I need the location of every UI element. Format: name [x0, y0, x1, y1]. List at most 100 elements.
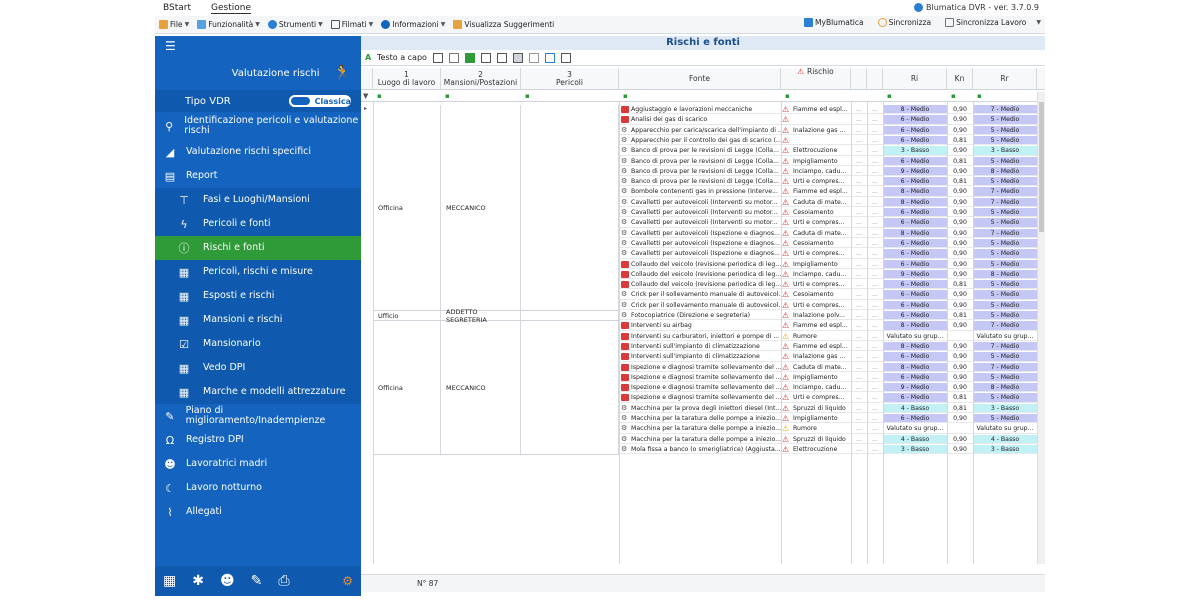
col-ri-header[interactable]: Ri [883, 68, 947, 90]
running-person-icon[interactable]: ✱ [192, 573, 204, 589]
col-pericoli-header[interactable]: 3 Pericoli [521, 68, 619, 90]
group-pericoli-cell[interactable] [521, 311, 619, 322]
hamburger-icon[interactable]: ☰ [165, 39, 176, 53]
vertical-scrollbar[interactable] [1037, 92, 1045, 564]
group-mansione-cell[interactable]: ADDETTO SEGRETERIA [441, 308, 521, 324]
sidebar-item[interactable]: ⓘ Rischi e fonti [155, 236, 361, 260]
group-pericoli-cell[interactable] [521, 105, 619, 311]
kn-cell-text: 0,90 [953, 219, 967, 227]
sidebar-item[interactable]: ▦ Vedo DPI [155, 356, 361, 380]
group-mansione-cell[interactable]: MECCANICO [441, 321, 521, 456]
col-rischio-header[interactable]: ⚠ Rischio [781, 68, 851, 90]
sidebar-item[interactable]: ▤ Report [155, 164, 361, 188]
kn-cell: 0,90 [947, 208, 973, 218]
strumenti-menu[interactable]: Strumenti ▼ [267, 20, 323, 29]
tab-bstart[interactable]: BStart [163, 3, 191, 13]
table-icon[interactable] [528, 52, 539, 63]
group-mansione-text: MECCANICO [446, 203, 486, 212]
edit-icon[interactable]: ✎ [251, 573, 263, 589]
grid-view-icon[interactable] [512, 52, 523, 63]
group-mansione-cell[interactable]: MECCANICO [441, 105, 521, 311]
sidebar-item[interactable]: ☑ Mansionario [155, 332, 361, 356]
layout-icon[interactable] [496, 52, 507, 63]
sidebar-item[interactable]: ⊤ Fasi e Luoghi/Mansioni [155, 188, 361, 212]
filter-icon[interactable] [448, 52, 459, 63]
sidebar-item[interactable]: ▦ Mansioni e rischi [155, 308, 361, 332]
tipo-vdr-toggle[interactable]: Classica [289, 95, 351, 107]
columns-icon[interactable] [480, 52, 491, 63]
grid-rows: Aggiustaggio e lavorazioni meccaniche ⚠ Fi… [361, 102, 1045, 564]
col-kn-header[interactable]: Kn [947, 68, 973, 90]
kn-cell: 0,81 [947, 177, 973, 187]
kn-cell: 0,90 [947, 239, 973, 249]
sidebar-item[interactable]: ▦ Esposti e rischi [155, 284, 361, 308]
rischio-cell: ⚠ Impigliamento [781, 157, 851, 166]
sidebar-item[interactable]: ▦ Pericoli, rischi e misure [155, 260, 361, 284]
myblumatica-button[interactable]: MyBlumatica [804, 18, 864, 27]
col-mansioni-header[interactable]: 2 Mansioni/Postazioni [441, 68, 521, 90]
sidebar-item[interactable]: Ω Registro DPI [155, 428, 361, 452]
report-icon: ▦ [178, 361, 190, 375]
file-menu[interactable]: File ▼ [159, 20, 189, 29]
ri-cell: 6 - Medio [883, 259, 947, 269]
group-luogo-cell[interactable]: Officina [373, 321, 441, 456]
warning-icon: ⚠ [782, 238, 790, 248]
report-icon: ▦ [178, 265, 190, 279]
col-luogo-header[interactable]: 1 Luogo di lavoro [373, 68, 441, 90]
sidebar-item[interactable]: ▦ Marche e modelli attrezzature [155, 380, 361, 404]
scrollbar-thumb[interactable] [1039, 102, 1044, 232]
sidebar-item[interactable]: ⌇ Allegati [155, 500, 361, 524]
informazioni-menu[interactable]: Informazioni ▼ [381, 20, 445, 29]
funzionalita-menu[interactable]: Funzionalità ▼ [197, 20, 260, 29]
rischio-cell: ⚠ Rumore [781, 424, 851, 434]
worker-icon[interactable]: ☻ [220, 573, 235, 589]
wrap-text-button[interactable]: A Testo a capo [365, 53, 427, 63]
export-icon[interactable] [544, 52, 555, 63]
filter-cell-icon[interactable]: ▪ [977, 92, 982, 100]
col-fonte-header[interactable]: Fonte [619, 68, 781, 90]
filter-cell-icon[interactable]: ▪ [785, 92, 790, 100]
col-extra2-header[interactable] [867, 68, 883, 90]
binoculars-icon[interactable] [432, 52, 443, 63]
extra1-cell: ... [851, 445, 867, 455]
ri-cell-text: 4 - Basso [900, 404, 930, 412]
filter-cell-icon[interactable]: ▪ [445, 92, 450, 100]
filter-cell-icon[interactable]: ▪ [377, 92, 382, 100]
filter-cell-icon[interactable]: ▪ [525, 92, 530, 100]
kn-cell-text: 0,90 [953, 363, 967, 371]
print-icon[interactable] [560, 52, 571, 63]
filter-cell-icon[interactable]: ▪ [887, 92, 892, 100]
group-luogo-cell[interactable]: Ufficio [373, 311, 441, 322]
sidebar-item[interactable]: ☻ Lavoratrici madri [155, 452, 361, 476]
info-icon [381, 20, 391, 29]
chevron-down-icon: ▼ [440, 21, 446, 28]
col-extra1-header[interactable] [851, 68, 867, 90]
warning-icon: ⚠ [782, 341, 790, 351]
grid-line [867, 102, 868, 564]
sidebar-item[interactable]: ⚲ Identificazione pericoli e valutazione … [155, 112, 361, 140]
sidebar-item[interactable]: ✎ Piano di miglioramento/Inadempienze [155, 404, 361, 428]
tab-gestione[interactable]: Gestione [211, 3, 251, 14]
col-rr-header[interactable]: Rr [973, 68, 1037, 90]
rischio-cell: ⚠ Cesoiamento [781, 290, 851, 300]
filter-cell-icon[interactable]: ▪ [951, 92, 956, 100]
fonte-cell: ⚙ Cavalletti per autoveicoli (Ispezione e… [619, 229, 781, 238]
sincronizza-lavoro-button[interactable]: Sincronizza Lavoro [945, 18, 1026, 27]
toolbar-expand-icon[interactable]: ▼ [1036, 19, 1041, 26]
sidebar-item[interactable]: ◢ Valutazione rischi specifici [155, 140, 361, 164]
group-pericoli-cell[interactable] [521, 321, 619, 456]
gear-icon[interactable]: ⚙ [342, 574, 353, 588]
print-icon[interactable]: ⎙ [278, 573, 289, 589]
suggerimenti-button[interactable]: Visualizza Suggerimenti [453, 20, 554, 29]
filter-cell-icon[interactable]: ▪ [623, 92, 628, 100]
filmati-menu[interactable]: Filmati ▼ [330, 20, 373, 29]
excel-icon[interactable] [464, 52, 475, 63]
ri-cell: 6 - Medio [883, 115, 947, 125]
kn-cell: 0,90 [947, 301, 973, 311]
source-equipment-icon: ⚙ [621, 434, 628, 443]
group-luogo-cell[interactable]: Officina [373, 105, 441, 311]
sidebar-item[interactable]: ϟ Pericoli e fonti [155, 212, 361, 236]
sidebar-item[interactable]: ☾ Lavoro notturno [155, 476, 361, 500]
org-chart-icon[interactable]: ▦ [163, 573, 176, 589]
sincronizza-button[interactable]: Sincronizza [877, 18, 931, 27]
